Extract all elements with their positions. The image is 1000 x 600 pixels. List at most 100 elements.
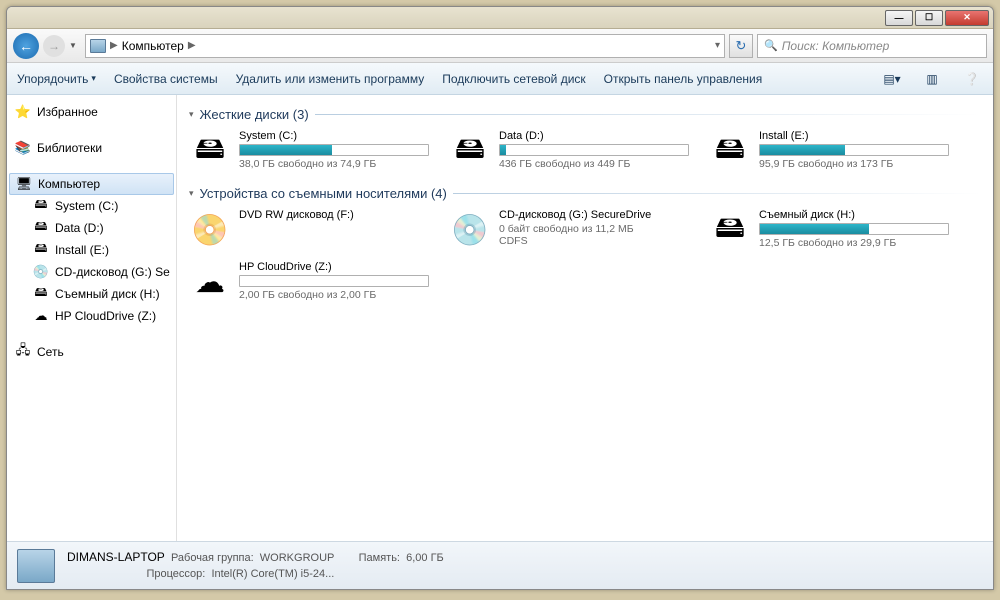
drive-stat: 436 ГБ свободно из 449 ГБ: [499, 158, 689, 170]
map-network-drive-button[interactable]: Подключить сетевой диск: [442, 72, 585, 86]
drive-item[interactable]: 🖴 System (C:) 38,0 ГБ свободно из 74,9 ГБ: [189, 130, 429, 172]
sidebar-drive-z[interactable]: ☁ HP CloudDrive (Z:): [7, 305, 176, 327]
sidebar-libraries[interactable]: 📚Библиотеки: [7, 137, 176, 159]
drive-icon: 💿: [449, 209, 491, 251]
computer-name: DIMANS-LAPTOP: [67, 550, 165, 564]
usb-icon: 🖴: [33, 286, 49, 302]
history-dropdown[interactable]: ▼: [69, 41, 81, 50]
cd-icon: 💿: [33, 264, 49, 280]
toolbar: Упорядочить Свойства системы Удалить или…: [7, 63, 993, 95]
close-button[interactable]: ✕: [945, 10, 989, 26]
drive-stat: 0 байт свободно из 11,2 МБ: [499, 223, 689, 235]
drive-icon: 📀: [189, 209, 231, 251]
drive-info: HP CloudDrive (Z:) 2,00 ГБ свободно из 2,…: [239, 261, 429, 303]
help-button[interactable]: ❔: [961, 68, 983, 90]
cloud-icon: ☁: [33, 308, 49, 324]
cpu-label: Процессор:: [146, 568, 205, 580]
drive-icon: 🖴: [709, 209, 751, 251]
control-panel-button[interactable]: Открыть панель управления: [604, 72, 763, 86]
drive-name: CD-дисковод (G:) SecureDrive: [499, 209, 689, 221]
main-pane: ▾ Жесткие диски (3) 🖴 System (C:) 38,0 ГБ …: [177, 95, 993, 541]
computer-icon: 🖥: [16, 176, 32, 192]
network-icon: 🖧: [15, 344, 31, 360]
drive-info: System (C:) 38,0 ГБ свободно из 74,9 ГБ: [239, 130, 429, 172]
drive-info: Съемный диск (H:) 12,5 ГБ свободно из 29,…: [759, 209, 949, 251]
drive-icon: 🖴: [449, 130, 491, 172]
breadcrumb-arrow-icon: ▶: [110, 40, 118, 51]
workgroup-value: WORKGROUP: [260, 552, 334, 564]
sidebar-label: Сеть: [37, 345, 64, 359]
drive-name: Data (D:): [499, 130, 689, 142]
uninstall-program-button[interactable]: Удалить или изменить программу: [236, 72, 425, 86]
sidebar-drive-e[interactable]: 🖴Install (E:): [7, 239, 176, 261]
drive-icon: ☁: [189, 261, 231, 303]
drive-item[interactable]: 🖴 Съемный диск (H:) 12,5 ГБ свободно из 29…: [709, 209, 949, 251]
view-options-button[interactable]: ▤▾: [881, 68, 903, 90]
refresh-button[interactable]: ↻: [729, 34, 753, 58]
drive-stat: 38,0 ГБ свободно из 74,9 ГБ: [239, 158, 429, 170]
group-title: Жесткие диски (3): [200, 107, 309, 122]
drive-stat: 12,5 ГБ свободно из 29,9 ГБ: [759, 237, 949, 249]
removable-drives-row: 📀 DVD RW дисковод (F:) 💿 CD-дисковод (G:) S…: [189, 209, 981, 303]
group-title: Устройства со съемными носителями (4): [200, 186, 447, 201]
drive-item[interactable]: 🖴 Install (E:) 95,9 ГБ свободно из 173 ГБ: [709, 130, 949, 172]
address-bar[interactable]: ▶ Компьютер ▶ ▾: [85, 34, 725, 58]
sidebar-label: System (C:): [55, 199, 118, 213]
drive-icon: 🖴: [33, 198, 49, 214]
drive-info: Data (D:) 436 ГБ свободно из 449 ГБ: [499, 130, 689, 172]
drive-name: DVD RW дисковод (F:): [239, 209, 429, 221]
drive-icon: 🖴: [709, 130, 751, 172]
minimize-button[interactable]: —: [885, 10, 913, 26]
sidebar: ⭐Избранное 📚Библиотеки 🖥Компьютер 🖴 Syste…: [7, 95, 177, 541]
drive-item[interactable]: 💿 CD-дисковод (G:) SecureDrive 0 байт своб…: [449, 209, 689, 251]
search-input[interactable]: Поиск: Компьютер: [757, 34, 987, 58]
system-properties-button[interactable]: Свойства системы: [114, 72, 218, 86]
drive-name: Install (E:): [759, 130, 949, 142]
drive-name: Съемный диск (H:): [759, 209, 949, 221]
sidebar-drive-h[interactable]: 🖴 Съемный диск (H:): [7, 283, 176, 305]
sidebar-label: HP CloudDrive (Z:): [55, 309, 156, 323]
sidebar-label: Съемный диск (H:): [55, 287, 160, 301]
sidebar-drive-c[interactable]: 🖴 System (C:): [7, 195, 176, 217]
drive-info: Install (E:) 95,9 ГБ свободно из 173 ГБ: [759, 130, 949, 172]
collapse-icon: ▾: [189, 109, 194, 120]
sidebar-label: Избранное: [37, 105, 98, 119]
cpu-value: Intel(R) Core(TM) i5-24...: [211, 568, 334, 580]
navbar: ← → ▼ ▶ Компьютер ▶ ▾ ↻ Поиск: Компьютер: [7, 29, 993, 63]
drive-stat: 2,00 ГБ свободно из 2,00 ГБ: [239, 289, 429, 301]
drive-icon: 🖴: [33, 242, 49, 258]
group-header-removable[interactable]: ▾ Устройства со съемными носителями (4): [189, 186, 981, 201]
sidebar-favorites[interactable]: ⭐Избранное: [7, 101, 176, 123]
maximize-button[interactable]: ☐: [915, 10, 943, 26]
address-dropdown-icon[interactable]: ▾: [715, 40, 720, 51]
back-button[interactable]: ←: [13, 33, 39, 59]
libraries-icon: 📚: [15, 140, 31, 156]
drive-name: HP CloudDrive (Z:): [239, 261, 429, 273]
explorer-window: — ☐ ✕ ← → ▼ ▶ Компьютер ▶ ▾ ↻ Поиск: Ком…: [6, 6, 994, 590]
preview-pane-button[interactable]: ▥: [921, 68, 943, 90]
drive-stat: 95,9 ГБ свободно из 173 ГБ: [759, 158, 949, 170]
capacity-bar: [759, 144, 949, 156]
organize-button[interactable]: Упорядочить: [17, 72, 96, 86]
drive-item[interactable]: 📀 DVD RW дисковод (F:): [189, 209, 429, 251]
sidebar-computer[interactable]: 🖥Компьютер: [9, 173, 174, 195]
divider: [315, 114, 981, 115]
collapse-icon: ▾: [189, 188, 194, 199]
status-text: DIMANS-LAPTOP Рабочая группа: WORKGROUP …: [67, 549, 444, 582]
workgroup-label: Рабочая группа:: [171, 552, 254, 564]
drive-item[interactable]: 🖴 Data (D:) 436 ГБ свободно из 449 ГБ: [449, 130, 689, 172]
drive-icon: 🖴: [189, 130, 231, 172]
drive-item[interactable]: ☁ HP CloudDrive (Z:) 2,00 ГБ свободно из 2…: [189, 261, 429, 303]
memory-value: 6,00 ГБ: [406, 552, 444, 564]
breadcrumb-item[interactable]: Компьютер: [122, 39, 184, 53]
sidebar-drive-d[interactable]: 🖴Data (D:): [7, 217, 176, 239]
sidebar-drive-g[interactable]: 💿 CD-дисковод (G:) Se: [7, 261, 176, 283]
group-header-hdd[interactable]: ▾ Жесткие диски (3): [189, 107, 981, 122]
sidebar-network[interactable]: 🖧 Сеть: [7, 341, 176, 363]
forward-button: →: [43, 35, 65, 57]
capacity-bar: [759, 223, 949, 235]
breadcrumb-arrow-icon: ▶: [188, 40, 196, 51]
drive-name: System (C:): [239, 130, 429, 142]
sidebar-label: Data (D:): [55, 221, 104, 235]
sidebar-label: CD-дисковод (G:) Se: [55, 265, 170, 279]
